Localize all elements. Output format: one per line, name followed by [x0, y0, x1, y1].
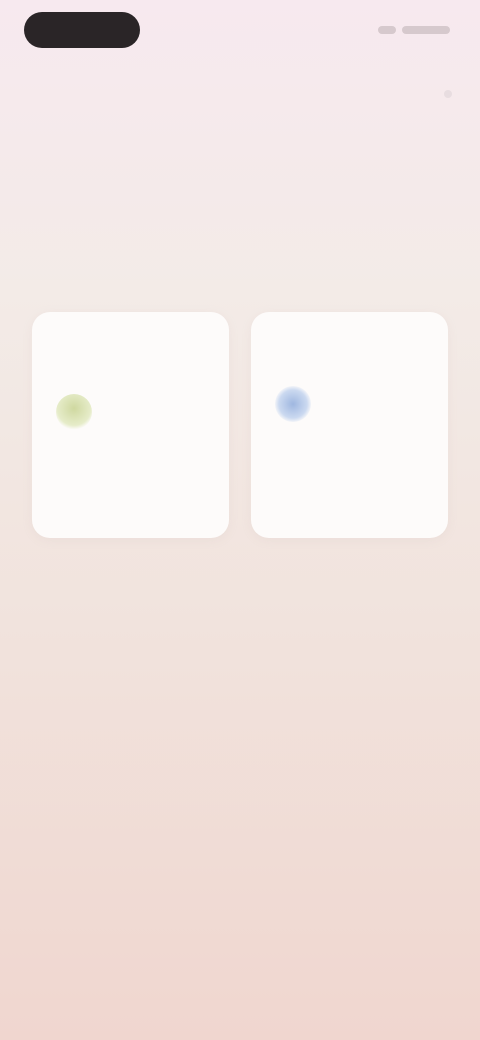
subnav — [28, 84, 452, 104]
option-card-cloud[interactable] — [251, 312, 448, 538]
signal-icon — [378, 26, 396, 34]
camera-pill — [24, 12, 140, 48]
cloud-icon — [275, 386, 311, 422]
more-icon[interactable] — [444, 90, 452, 98]
option-card-leaf[interactable] — [32, 312, 229, 538]
status-icons — [378, 26, 450, 34]
top-bar — [0, 0, 480, 64]
leaf-icon — [56, 394, 92, 430]
battery-icon — [402, 26, 450, 34]
option-cards — [32, 312, 448, 538]
